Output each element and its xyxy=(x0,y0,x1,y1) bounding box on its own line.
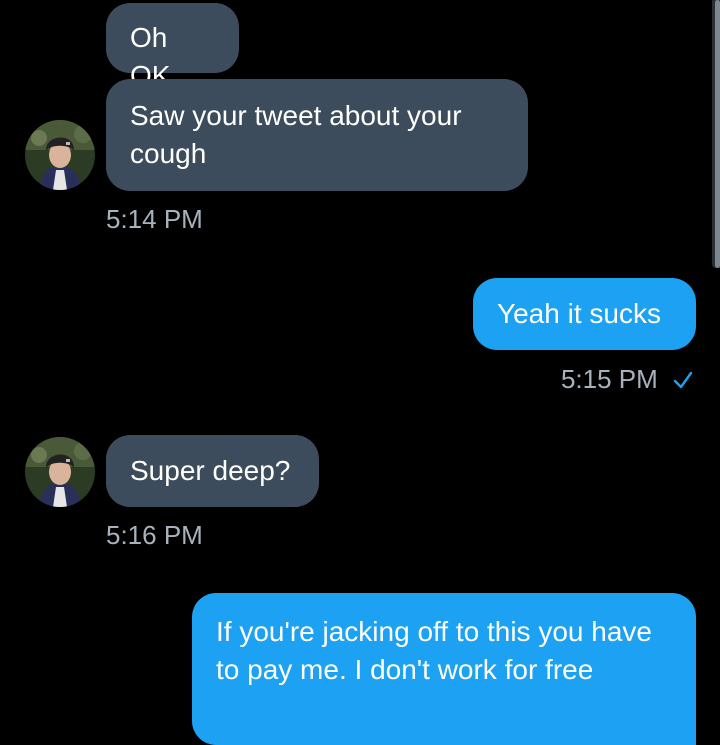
message-text: Yeah it sucks xyxy=(497,298,661,329)
sender-avatar[interactable] xyxy=(25,437,95,507)
message-text: Super deep? xyxy=(130,455,291,486)
avatar-icon xyxy=(25,437,95,507)
message-text: Saw your tweet about your cough xyxy=(130,100,462,169)
checkmark-icon xyxy=(673,366,693,396)
message-timestamp-row: 5:15 PM xyxy=(561,364,693,396)
message-bubble-incoming[interactable]: Super deep? xyxy=(106,435,319,507)
message-bubble-outgoing[interactable]: If you're jacking off to this you have t… xyxy=(192,593,696,745)
message-text: If you're jacking off to this you have t… xyxy=(216,616,652,685)
avatar-icon xyxy=(25,120,95,190)
message-timestamp: 5:16 PM xyxy=(106,520,203,550)
message-bubble-incoming[interactable]: Saw your tweet about your cough xyxy=(106,79,528,191)
sender-avatar[interactable] xyxy=(25,120,95,190)
message-bubble-outgoing[interactable]: Yeah it sucks xyxy=(473,278,696,350)
scrollbar[interactable] xyxy=(712,0,720,268)
message-timestamp: 5:15 PM xyxy=(560,364,658,394)
message-bubble-incoming[interactable]: Oh OK xyxy=(106,3,239,91)
message-timestamp: 5:14 PM xyxy=(106,204,203,234)
scrollbar-thumb[interactable] xyxy=(715,0,720,268)
